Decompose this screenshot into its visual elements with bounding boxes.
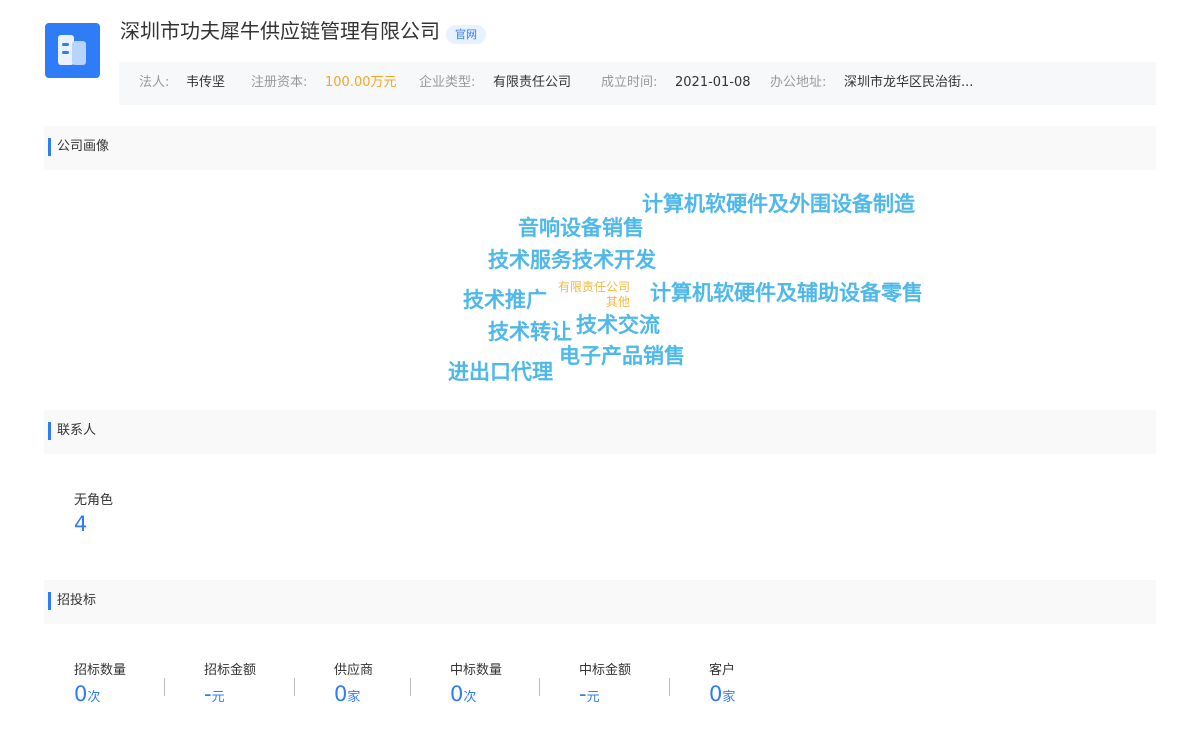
company-type-label: 企业类型: [419,75,476,90]
stat-value: - [579,682,587,706]
word-cloud-item: 音响设备销售 [518,216,644,240]
stat-win-count[interactable]: 中标数量 0次 [450,662,502,710]
stat-divider [294,678,295,696]
word-cloud-item: 计算机软硬件及辅助设备零售 [650,281,923,305]
contact-count[interactable]: 4 [74,512,87,536]
section-title-contacts: 联系人 [57,423,97,438]
word-cloud-item: 进出口代理 [448,360,553,384]
stat-divider [410,678,411,696]
stat-divider [669,678,670,696]
capital-value: 100.00万元 [325,75,397,90]
stat-bid-count[interactable]: 招标数量 0次 [74,662,126,710]
word-cloud-item: 技术服务技术开发 [488,248,656,272]
founded-value: 2021-01-08 [675,75,751,90]
stat-unit: 家 [347,690,361,705]
word-cloud-item: 电子产品销售 [559,344,685,368]
word-cloud-item: 有限责任公司 [558,280,631,294]
stat-value: 0 [709,682,723,706]
section-title-bidding: 招投标 [57,593,97,608]
section-header-contacts: 联系人 [44,410,1156,454]
stat-bid-amount[interactable]: 招标金额 -元 [204,662,256,710]
contact-role-label: 无角色 [74,493,114,508]
stat-label: 招标数量 [74,663,127,678]
stat-win-amount[interactable]: 中标金额 -元 [579,662,631,710]
legal-person-value[interactable]: 韦传坚 [186,74,225,92]
word-cloud-item: 技术转让 [488,320,572,344]
stat-unit: 次 [463,690,477,705]
stat-label: 客户 [709,663,736,678]
stat-unit: 元 [586,690,600,705]
stat-divider [164,678,165,696]
company-logo [45,23,100,78]
stat-unit: 家 [722,690,736,705]
word-cloud-item: 技术推广 [463,288,547,312]
word-cloud-item: 其他 [606,295,631,309]
company-name: 深圳市功夫犀牛供应链管理有限公司 [120,19,440,43]
stat-label: 供应商 [334,663,374,678]
stat-label: 招标金额 [204,663,257,678]
section-title-profile: 公司画像 [57,139,110,154]
stat-suppliers[interactable]: 供应商 0家 [334,662,373,710]
stat-label: 中标金额 [579,663,632,678]
stat-value: 0 [450,682,464,706]
stat-unit: 元 [211,690,225,705]
stat-label: 中标数量 [450,663,503,678]
company-type-value: 有限责任公司 [493,75,572,90]
stat-value: 0 [334,682,348,706]
address-value: 深圳市龙华区民治街... [844,75,974,90]
stat-value: 0 [74,682,88,706]
official-website-link[interactable]: 官网 [446,25,486,44]
section-header-bidding: 招投标 [44,580,1156,624]
stat-value: - [204,682,212,706]
word-cloud-item: 技术交流 [576,313,660,337]
address-label: 办公地址: [770,75,827,90]
legal-person-label: 法人: [139,75,170,90]
capital-label: 注册资本: [251,75,308,90]
stat-unit: 次 [87,690,101,705]
stat-divider [539,678,540,696]
company-info-bar: 法人: 韦传坚 注册资本: 100.00万元 企业类型: 有限责任公司 成立时间… [119,62,1156,105]
word-cloud-item: 计算机软硬件及外围设备制造 [642,192,915,216]
stat-customers[interactable]: 客户 0家 [709,662,735,710]
founded-label: 成立时间: [601,75,658,90]
section-header-profile: 公司画像 [44,126,1156,170]
